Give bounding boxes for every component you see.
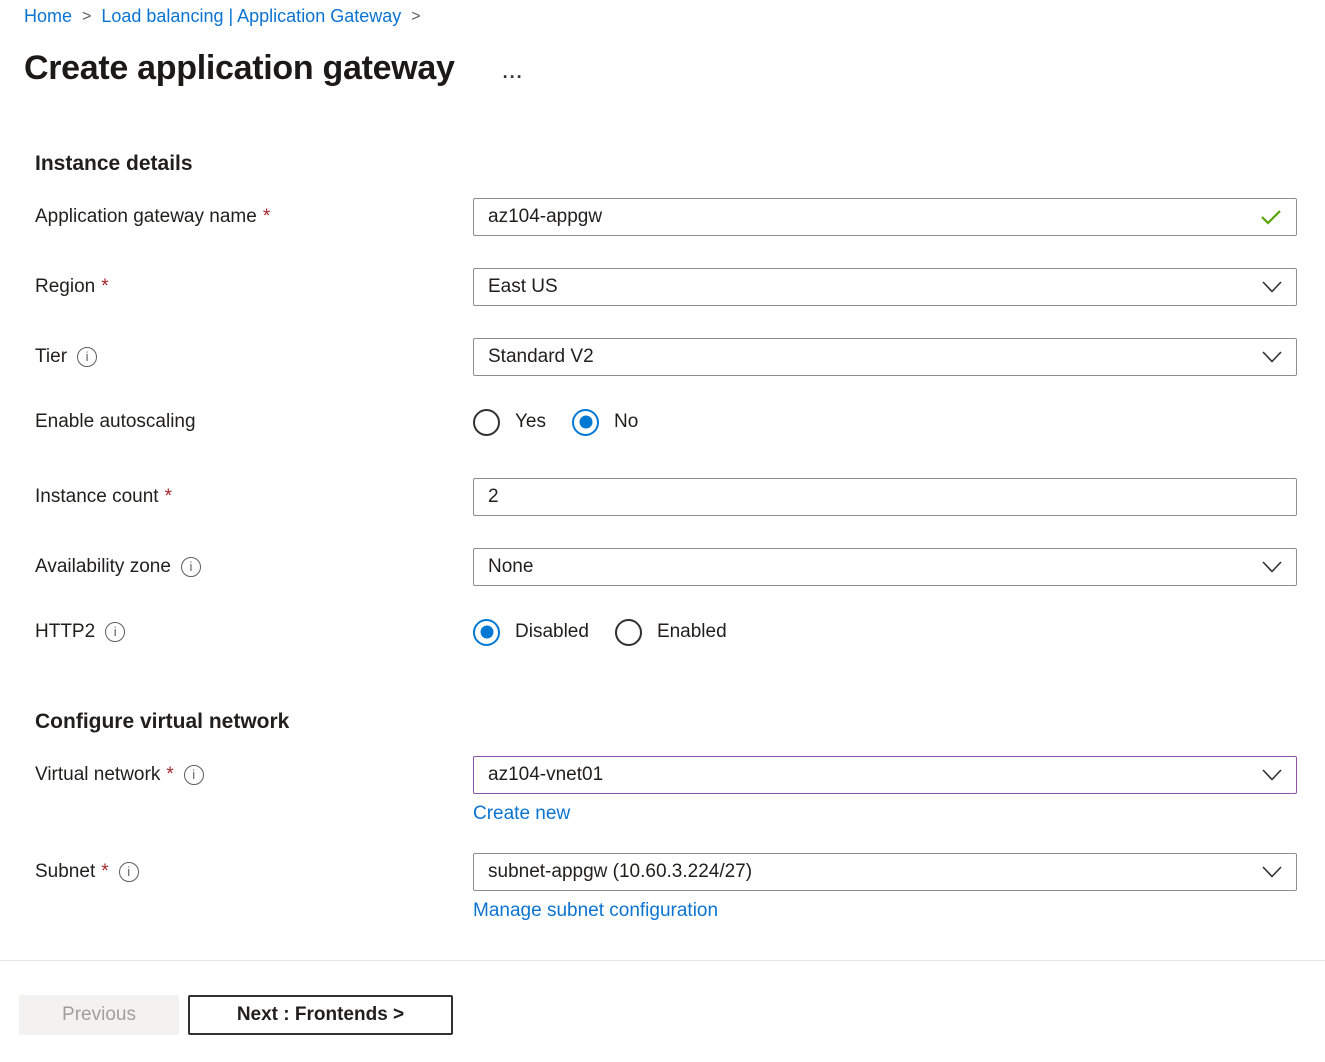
label-text: Region	[35, 276, 95, 298]
info-icon[interactable]: i	[181, 557, 201, 577]
page-title: Create application gateway	[24, 49, 455, 88]
instance-count-label: Instance count *	[35, 478, 473, 516]
breadcrumb-link-load-balancing[interactable]: Load balancing | Application Gateway	[101, 6, 401, 27]
label-text: Subnet	[35, 861, 95, 883]
info-icon[interactable]: i	[77, 347, 97, 367]
autoscaling-option-yes[interactable]: Yes	[473, 409, 546, 436]
virtual-network-dropdown[interactable]: az104-vnet01	[473, 756, 1297, 794]
radio-label: Disabled	[515, 621, 589, 643]
availability-zone-dropdown[interactable]: None	[473, 548, 1297, 586]
tier-dropdown[interactable]: Standard V2	[473, 338, 1297, 376]
required-marker: *	[263, 206, 270, 228]
chevron-down-icon	[1262, 351, 1282, 363]
availability-zone-label: Availability zone i	[35, 548, 473, 586]
breadcrumb-separator-icon: >	[82, 8, 91, 26]
chevron-down-icon	[1262, 769, 1282, 781]
radio-icon	[473, 619, 500, 646]
field-row-tier: Tier i Standard V2	[35, 338, 1297, 376]
breadcrumb-link-home[interactable]: Home	[24, 6, 72, 27]
subnet-label: Subnet * i	[35, 853, 473, 891]
required-marker: *	[101, 276, 108, 298]
info-icon[interactable]: i	[119, 862, 139, 882]
autoscaling-label: Enable autoscaling	[35, 408, 473, 436]
label-text: Availability zone	[35, 556, 171, 578]
autoscaling-radio-group: Yes No	[473, 408, 1297, 436]
previous-button[interactable]: Previous	[19, 995, 179, 1035]
virtual-network-value: az104-vnet01	[488, 764, 603, 786]
field-row-autoscaling: Enable autoscaling Yes No	[35, 408, 1297, 436]
http2-radio-group: Disabled Enabled	[473, 618, 1297, 646]
required-marker: *	[166, 764, 173, 786]
http2-option-disabled[interactable]: Disabled	[473, 619, 589, 646]
label-text: HTTP2	[35, 621, 95, 643]
label-text: Enable autoscaling	[35, 411, 196, 433]
field-row-virtual-network: Virtual network * i az104-vnet01 Create …	[35, 756, 1297, 825]
availability-zone-value: None	[488, 556, 533, 578]
gateway-name-input[interactable]	[488, 199, 1248, 235]
info-icon[interactable]: i	[105, 622, 125, 642]
valid-check-icon	[1260, 209, 1282, 225]
required-marker: *	[101, 861, 108, 883]
radio-label: Yes	[515, 411, 546, 433]
info-icon[interactable]: i	[184, 765, 204, 785]
breadcrumb-separator-icon: >	[411, 8, 420, 26]
http2-label: HTTP2 i	[35, 618, 473, 646]
next-frontends-button[interactable]: Next : Frontends >	[188, 995, 453, 1035]
region-dropdown[interactable]: East US	[473, 268, 1297, 306]
field-row-http2: HTTP2 i Disabled Enabled	[35, 618, 1297, 646]
chevron-down-icon	[1262, 866, 1282, 878]
label-text: Virtual network	[35, 764, 160, 786]
more-options-icon[interactable]: ...	[503, 62, 524, 83]
field-row-availability-zone: Availability zone i None	[35, 548, 1297, 586]
create-new-vnet-link[interactable]: Create new	[473, 803, 570, 825]
gateway-name-label: Application gateway name *	[35, 198, 473, 236]
page-header: Create application gateway ...	[24, 49, 1325, 88]
section-heading-virtual-network: Configure virtual network	[35, 710, 1297, 734]
label-text: Instance count	[35, 486, 159, 508]
field-row-subnet: Subnet * i subnet-appgw (10.60.3.224/27)…	[35, 853, 1297, 922]
label-text: Application gateway name	[35, 206, 257, 228]
radio-label: Enabled	[657, 621, 727, 643]
gateway-name-field	[473, 198, 1297, 236]
instance-count-input[interactable]	[488, 479, 1282, 515]
tier-label: Tier i	[35, 338, 473, 376]
subnet-value: subnet-appgw (10.60.3.224/27)	[488, 861, 752, 883]
field-row-gateway-name: Application gateway name *	[35, 198, 1297, 236]
radio-label: No	[614, 411, 638, 433]
virtual-network-label: Virtual network * i	[35, 756, 473, 794]
instance-count-field	[473, 478, 1297, 516]
chevron-down-icon	[1262, 281, 1282, 293]
radio-icon	[615, 619, 642, 646]
subnet-dropdown[interactable]: subnet-appgw (10.60.3.224/27)	[473, 853, 1297, 891]
footer: Previous Next : Frontends >	[0, 961, 1325, 1035]
breadcrumb: Home > Load balancing | Application Gate…	[0, 0, 1325, 27]
create-appgw-form: Instance details Application gateway nam…	[0, 152, 1325, 922]
manage-subnet-configuration-link[interactable]: Manage subnet configuration	[473, 900, 718, 922]
http2-option-enabled[interactable]: Enabled	[615, 619, 727, 646]
required-marker: *	[165, 486, 172, 508]
chevron-down-icon	[1262, 561, 1282, 573]
region-label: Region *	[35, 268, 473, 306]
radio-icon	[473, 409, 500, 436]
tier-value: Standard V2	[488, 346, 594, 368]
autoscaling-option-no[interactable]: No	[572, 409, 638, 436]
section-heading-instance-details: Instance details	[35, 152, 1297, 176]
radio-icon	[572, 409, 599, 436]
label-text: Tier	[35, 346, 67, 368]
field-row-instance-count: Instance count *	[35, 478, 1297, 516]
field-row-region: Region * East US	[35, 268, 1297, 306]
region-value: East US	[488, 276, 558, 298]
